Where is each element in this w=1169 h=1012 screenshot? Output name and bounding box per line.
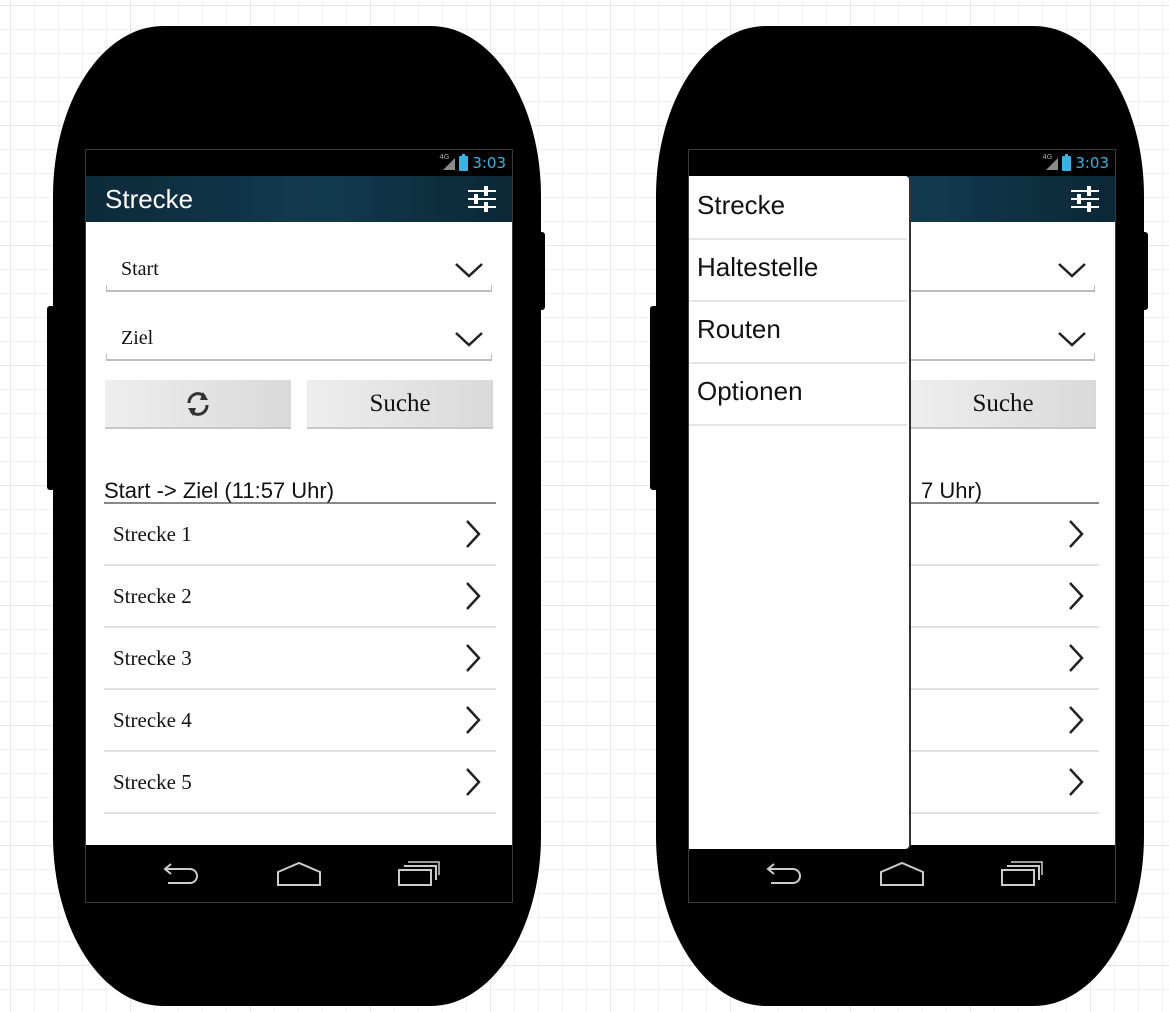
drawer-item-routen[interactable]: Routen — [689, 300, 907, 364]
status-clock: 3:03 — [472, 154, 506, 172]
chevron-down-icon — [455, 263, 483, 278]
chevron-down-icon — [455, 332, 483, 347]
results-header: Start -> Ziel (11:57 Uhr) — [104, 478, 496, 504]
drawer-item-label: Optionen — [697, 376, 803, 406]
search-button[interactable]: Suche — [307, 380, 493, 429]
drawer-item-label: Haltestelle — [697, 252, 819, 282]
search-button-label: Suche — [972, 389, 1034, 417]
signal-icon: 4G — [1042, 153, 1059, 170]
swap-refresh-button[interactable] — [105, 380, 291, 429]
chevron-right-icon — [466, 582, 481, 610]
chevron-right-icon — [1069, 706, 1084, 734]
screen: 4G 3:03 Strecke Start Ziel Suche Start -… — [85, 149, 513, 903]
chevron-down-icon — [1058, 263, 1086, 278]
list-item-label: Strecke 3 — [113, 646, 192, 670]
drawer-item-optionen[interactable]: Optionen — [689, 362, 907, 426]
search-button[interactable]: Suche — [910, 380, 1096, 429]
start-select-label: Start — [121, 258, 159, 280]
recents-icon[interactable] — [397, 861, 441, 887]
recents-icon[interactable] — [1000, 861, 1044, 887]
list-item[interactable]: Strecke 2 — [104, 564, 496, 628]
navigation-drawer: Strecke Haltestelle Routen Optionen — [689, 176, 909, 849]
status-bar: 4G 3:03 — [86, 150, 512, 176]
home-icon[interactable] — [276, 861, 322, 887]
phone-left: 4G 3:03 Strecke Start Ziel Suche Start -… — [47, 26, 545, 1006]
list-item[interactable]: Strecke 4 — [104, 688, 496, 752]
settings-sliders-icon[interactable] — [1069, 184, 1101, 214]
battery-icon — [1062, 153, 1072, 171]
search-button-label: Suche — [369, 389, 431, 417]
page-title: Strecke — [105, 184, 194, 214]
chevron-right-icon — [466, 706, 481, 734]
chevron-right-icon — [466, 644, 481, 672]
battery-icon — [459, 153, 469, 171]
chevron-right-icon — [1069, 582, 1084, 610]
list-item[interactable]: Strecke 3 — [104, 626, 496, 690]
chevron-right-icon — [466, 520, 481, 548]
action-bar: Strecke — [86, 176, 512, 222]
chevron-right-icon — [1069, 644, 1084, 672]
home-icon[interactable] — [879, 861, 925, 887]
status-bar: 4G 3:03 — [689, 150, 1115, 176]
back-icon[interactable] — [763, 861, 803, 887]
screen: 4G 3:03 Suche 7 Uhr) Strecke Haltestelle… — [688, 149, 1116, 903]
refresh-icon — [187, 391, 209, 416]
signal-icon: 4G — [439, 153, 456, 170]
drawer-item-label: Routen — [697, 314, 781, 344]
list-item[interactable]: Strecke 5 — [104, 750, 496, 814]
list-item-label: Strecke 4 — [113, 708, 192, 732]
status-clock: 3:03 — [1075, 154, 1109, 172]
drawer-item-label: Strecke — [697, 190, 786, 220]
results-header-partial: 7 Uhr) — [921, 478, 983, 503]
chevron-right-icon — [466, 768, 481, 796]
start-select[interactable]: Start — [106, 246, 492, 292]
chevron-right-icon — [1069, 768, 1084, 796]
back-icon[interactable] — [160, 861, 200, 887]
navigation-bar — [86, 845, 512, 902]
navigation-bar — [689, 845, 1115, 902]
list-item-label: Strecke 1 — [113, 522, 192, 546]
settings-sliders-icon[interactable] — [466, 184, 498, 214]
chevron-right-icon — [1069, 520, 1084, 548]
chevron-down-icon — [1058, 332, 1086, 347]
phone-right: 4G 3:03 Suche 7 Uhr) Strecke Haltestelle… — [650, 26, 1148, 1006]
ziel-select[interactable]: Ziel — [106, 315, 492, 361]
list-item[interactable]: Strecke 1 — [104, 502, 496, 566]
ziel-select-label: Ziel — [121, 327, 154, 349]
drawer-item-haltestelle[interactable]: Haltestelle — [689, 238, 907, 302]
drawer-item-strecke[interactable]: Strecke — [689, 176, 907, 240]
list-item-label: Strecke 2 — [113, 584, 192, 608]
list-item-label: Strecke 5 — [113, 770, 192, 794]
